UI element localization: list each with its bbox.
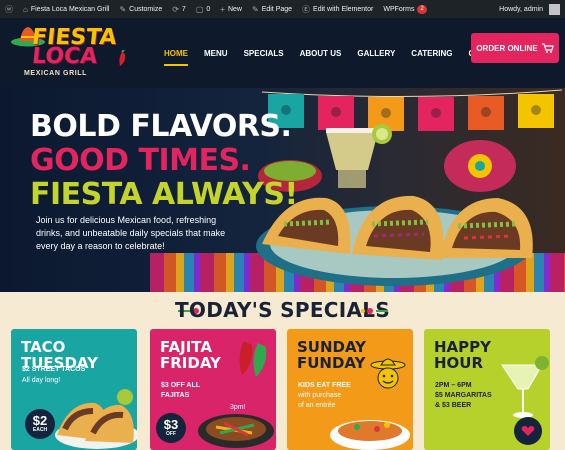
nav-catering[interactable]: CATERING xyxy=(403,49,460,58)
card-title: SUNDAY FUNDAY xyxy=(297,338,367,372)
decorative-swirl-icon xyxy=(361,308,388,314)
updates-link[interactable]: ⟳ 7 xyxy=(167,0,191,18)
tacos-image xyxy=(55,389,137,449)
specials-title: TODAY'S SPECIALS xyxy=(174,298,391,322)
wpforms-count-badge: 2 xyxy=(417,4,427,14)
brush-icon: ✎ xyxy=(119,4,127,14)
fajita-skillet-image xyxy=(198,414,274,448)
card-line: $2 STREET TACOS xyxy=(22,366,86,373)
card-title: FAJITA FRIDAY xyxy=(160,338,221,372)
wpforms-link[interactable]: WPForms 2 xyxy=(378,0,431,18)
site-header: FIESTA LOCA MEXICAN GRILL HOME MENU SPEC… xyxy=(0,18,565,88)
logo-text-loca: LOCA xyxy=(30,44,99,69)
edit-page-link[interactable]: ✎ Edit Page xyxy=(247,0,297,18)
cart-icon xyxy=(541,43,554,53)
chili-pepper-icon xyxy=(119,50,126,66)
tacos-plate-image xyxy=(256,195,533,286)
hero-section: BOLD FLAVORS. GOOD TIMES. FIESTA ALWAYS!… xyxy=(0,88,565,292)
card-title: HAPPY HOUR xyxy=(434,338,492,372)
wp-admin-bar: ⓦ ⌂ Fiesta Loca Mexican Grill ✎ Customize … xyxy=(0,0,565,18)
card-line: $3 OFF ALL xyxy=(161,382,201,389)
hero-headline-line2: GOOD TIMES. xyxy=(30,143,251,178)
sombrero-smiley-icon xyxy=(370,358,406,389)
site-logo[interactable]: FIESTA LOCA MEXICAN GRILL xyxy=(10,24,138,84)
special-card-happy-hour[interactable]: HAPPY HOUR 2PM – 6PM $5 MARGARITAS & $3 … xyxy=(424,329,550,450)
specials-section: TODAY'S SPECIALS TACO TUESDAY $2 STREET … xyxy=(0,292,565,450)
nav-menu[interactable]: MENU xyxy=(196,49,236,58)
comments-link[interactable]: ▢ 0 xyxy=(191,0,215,18)
card-line: 2PM – 6PM xyxy=(435,382,472,389)
plus-icon: + xyxy=(220,4,225,14)
nav-specials[interactable]: SPECIALS xyxy=(236,49,292,58)
order-online-button[interactable]: ORDER ONLINE xyxy=(471,33,559,63)
card-line: KIDS EAT FREE xyxy=(298,382,351,389)
home-icon: ⌂ xyxy=(23,4,28,14)
card-line: & $3 BEER xyxy=(435,402,472,409)
main-nav: HOME MENU SPECIALS ABOUT US GALLERY CATE… xyxy=(156,18,515,88)
new-content-link[interactable]: + New xyxy=(215,0,247,18)
elementor-icon: Ⓔ xyxy=(302,4,311,14)
hero-description: Join us for delicious Mexican food, refr… xyxy=(36,215,226,251)
wordpress-logo-icon[interactable]: ⓦ xyxy=(0,0,18,18)
nav-home[interactable]: HOME xyxy=(156,49,196,66)
special-card-fajita-friday[interactable]: FAJITA FRIDAY $3 OFF ALL FAJITAS 3pm! $3… xyxy=(150,329,276,450)
price-badge: $2 EACH xyxy=(25,409,55,439)
elementor-link[interactable]: Ⓔ Edit with Elementor xyxy=(297,0,378,18)
hero-headline-line1: BOLD FLAVORS. xyxy=(30,109,292,144)
card-line: FAJITAS xyxy=(161,392,190,399)
avatar xyxy=(549,3,560,15)
customize-link[interactable]: ✎ Customize xyxy=(114,0,167,18)
card-line: $5 MARGARITAS xyxy=(435,392,492,399)
pencil-icon: ✎ xyxy=(251,4,259,14)
kids-meal-bowl-image xyxy=(330,420,410,450)
heart-badge xyxy=(514,417,542,445)
special-card-sunday-funday[interactable]: SUNDAY FUNDAY KIDS EAT FREE with purchas… xyxy=(287,329,413,450)
margarita-glass-image xyxy=(501,356,549,418)
nav-gallery[interactable]: GALLERY xyxy=(349,49,403,58)
hero-headline-line3: FIESTA ALWAYS! xyxy=(30,177,298,212)
papel-picado-banner xyxy=(262,89,562,131)
refresh-icon: ⟳ xyxy=(172,4,179,14)
chili-peppers-icon xyxy=(239,341,267,377)
site-name-link[interactable]: ⌂ Fiesta Loca Mexican Grill xyxy=(18,0,114,18)
heart-icon xyxy=(521,426,535,436)
special-card-taco-tuesday[interactable]: TACO TUESDAY $2 STREET TACOS All day lon… xyxy=(11,329,137,450)
discount-badge: $3 OFF xyxy=(156,413,186,443)
card-line: with purchase xyxy=(298,392,342,399)
nav-about-us[interactable]: ABOUT US xyxy=(292,49,350,58)
logo-tagline: MEXICAN GRILL xyxy=(24,70,88,77)
comment-icon: ▢ xyxy=(195,4,204,14)
account-menu[interactable]: Howdy, admin xyxy=(494,0,565,18)
